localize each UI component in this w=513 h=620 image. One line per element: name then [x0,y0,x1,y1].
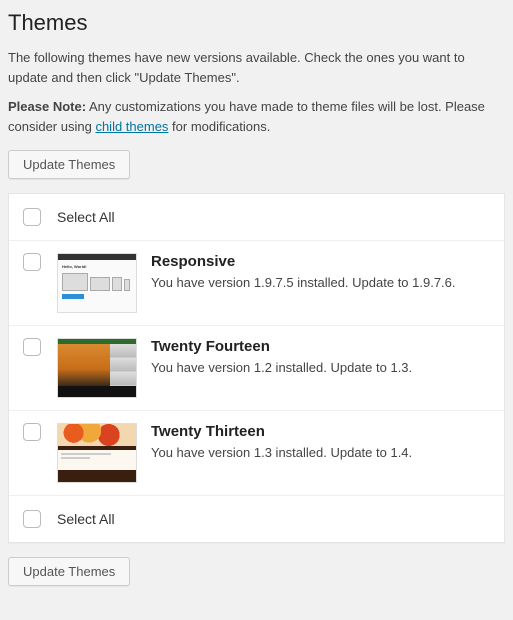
page-heading: Themes [8,0,505,42]
intro-text: The following themes have new versions a… [8,48,505,87]
update-themes-button-top[interactable]: Update Themes [8,150,130,179]
theme-row: Twenty Fourteen You have version 1.2 ins… [9,326,504,411]
select-all-label-top: Select All [57,209,115,225]
update-themes-button-bottom[interactable]: Update Themes [8,557,130,586]
theme-name: Responsive [151,253,490,270]
select-all-checkbox-bottom[interactable] [23,510,41,528]
note-label: Please Note: [8,99,86,114]
theme-thumbnail [57,338,137,398]
theme-name: Twenty Thirteen [151,423,490,440]
theme-checkbox[interactable] [23,338,41,356]
theme-checkbox[interactable] [23,423,41,441]
theme-row: Hello, World! Responsive You have versio… [9,241,504,326]
theme-desc: You have version 1.9.7.5 installed. Upda… [151,274,490,292]
child-themes-link[interactable]: child themes [95,119,168,134]
theme-thumbnail: Hello, World! [57,253,137,313]
theme-row: Twenty Thirteen You have version 1.3 ins… [9,411,504,496]
theme-desc: You have version 1.2 installed. Update t… [151,359,490,377]
theme-checkbox[interactable] [23,253,41,271]
theme-desc: You have version 1.3 installed. Update t… [151,444,490,462]
select-all-row-bottom: Select All [9,496,504,542]
theme-thumbnail [57,423,137,483]
note-after: for modifications. [168,119,270,134]
themes-panel: Select All Hello, World! Responsive You … [8,193,505,543]
theme-name: Twenty Fourteen [151,338,490,355]
select-all-checkbox-top[interactable] [23,208,41,226]
select-all-label-bottom: Select All [57,511,115,527]
note-text: Please Note: Any customizations you have… [8,97,505,136]
select-all-row-top: Select All [9,194,504,241]
